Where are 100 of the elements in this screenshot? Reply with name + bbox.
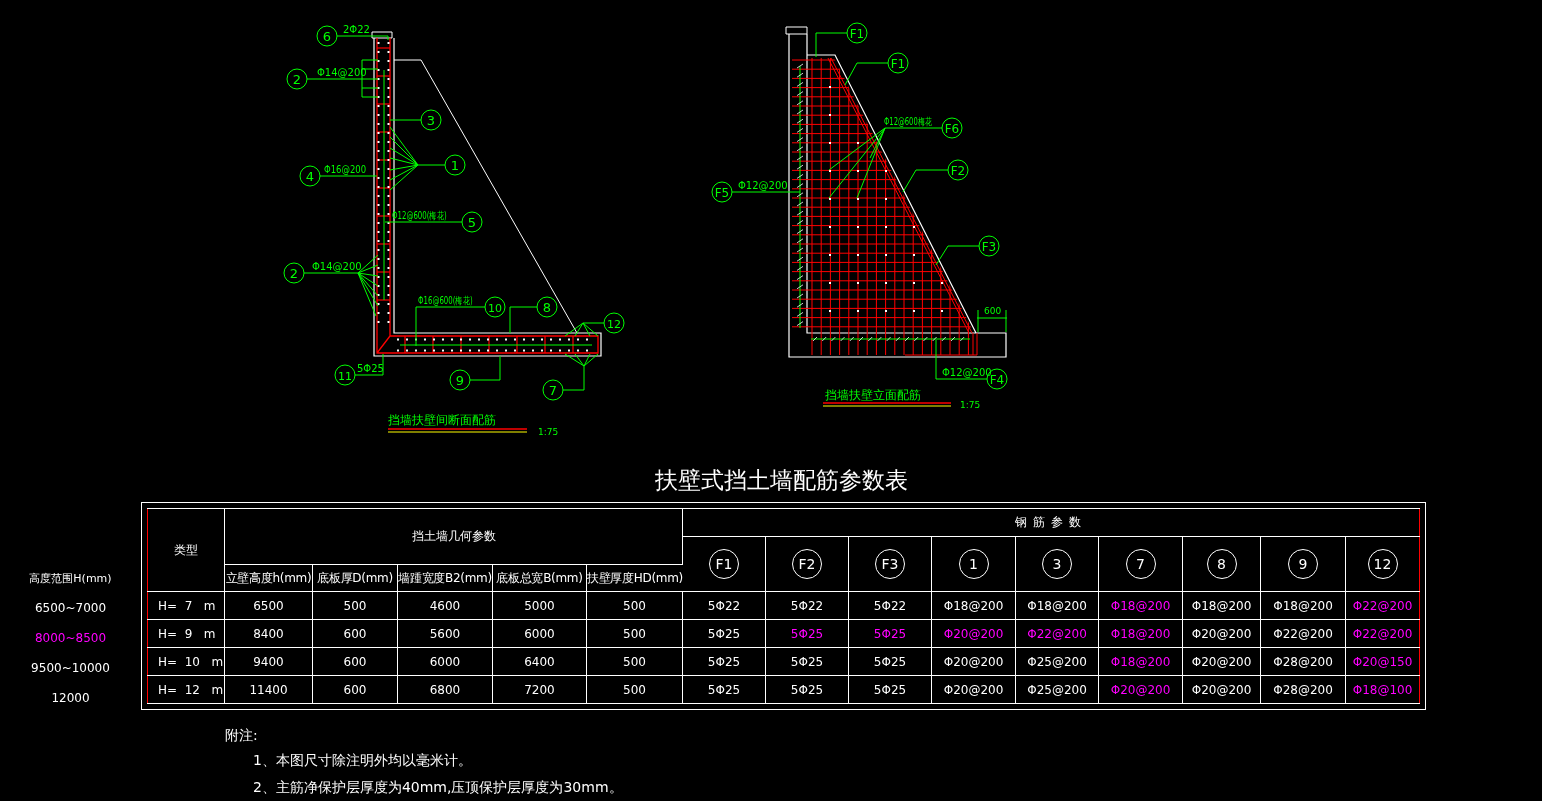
drawing-title: 挡墙扶壁立面配筋 [825,388,921,402]
table-cell: Φ25@200 [1015,647,1099,676]
callout-bubble: 2 [286,68,308,90]
column-heading: 立壁高度h(mm) [224,564,313,592]
column-heading: 墙踵宽度B2(mm) [397,564,493,592]
table-cell: H= 10 m [147,647,225,676]
table-cell: 5Φ22 [682,591,766,620]
notes-heading: 附注: [225,726,259,745]
dimension-label: 600 [984,306,1002,316]
rebar-note: Φ16@200 [324,163,367,176]
table-cell: Φ20@200 [1182,647,1261,676]
table-cell: 5Φ25 [765,647,849,676]
table-cell: 500 [586,675,683,704]
table-cell: Φ20@200 [1182,619,1261,648]
callout-bubble: 5 [461,211,483,233]
table-cell: 5000 [492,591,587,620]
table-cell: H= 12 m [147,675,225,704]
table-cell: 600 [312,675,398,704]
table-cell: Φ25@200 [1015,675,1099,704]
range-heading: 高度范围H(mm) [29,571,112,587]
table-cell: Φ18@200 [1260,591,1346,620]
scale-label: 1:75 [960,400,981,410]
table-cell: 5Φ25 [682,675,766,704]
table-cell: 5Φ25 [848,619,932,648]
column-heading: 类型 [147,508,225,592]
rebar-note: Φ12@200 [738,180,788,191]
scale-label: 1:75 [538,427,559,437]
table-cell: Φ18@200 [1098,619,1183,648]
rebar-note: Φ16@600(梅花) [418,294,473,307]
table-cell: 9400 [224,647,313,676]
callout-bubble: F2 [947,159,969,181]
table-cell: Φ20@200 [931,619,1016,648]
table-cell: 5Φ25 [682,647,766,676]
table-cell: Φ20@200 [1098,675,1183,704]
table-cell: 500 [586,591,683,620]
table-cell: 5Φ25 [765,675,849,704]
note-text: 1、本图尺寸除注明外均以毫米计。 [253,751,473,770]
table-cell: Φ18@200 [931,591,1016,620]
table-cell: 5Φ25 [765,619,849,648]
table-cell: H= 7 m [147,591,225,620]
callout-bubble: F5 [711,181,733,203]
table-cell: Φ20@200 [931,675,1016,704]
table-cell: Φ20@200 [1182,675,1261,704]
rebar-note: 5Φ25 [357,363,384,374]
table-cell: 7200 [492,675,587,704]
callout-bubble: 2 [283,262,305,284]
table-cell: Φ22@200 [1015,619,1099,648]
table-cell: 600 [312,647,398,676]
table-cell: 500 [586,619,683,648]
callout-bubble: 7 [542,379,564,401]
callout-bubble: F6 [941,117,963,139]
table-cell: Φ18@200 [1015,591,1099,620]
callout-bubble: 3 [420,109,442,131]
table-cell: 6500 [224,591,313,620]
drawing-title: 挡墙扶壁间断面配筋 [388,413,496,427]
callout-bubble: 10 [484,296,506,318]
table-cell: 11400 [224,675,313,704]
table-cell: Φ20@200 [931,647,1016,676]
table-cell: 5Φ22 [848,591,932,620]
rebar-note: Φ12@200 [942,367,992,378]
table-cell: 5Φ25 [848,675,932,704]
callout-bubble: 4 [299,165,321,187]
height-range: 12000 [51,690,90,707]
column-heading: 底板总宽B(mm) [492,564,587,592]
callout-bubble: 6 [316,25,338,47]
table-cell: 5Φ25 [682,619,766,648]
rebar-note: Φ14@200 [317,67,367,78]
height-range: 6500~7000 [34,600,107,617]
table-cell: 5Φ22 [765,591,849,620]
column-heading: 钢筋参数 [682,508,1420,537]
callout-bubble: 1 [444,154,466,176]
table-cell: 6000 [397,647,493,676]
callout-bubble: 12 [603,312,625,334]
rebar-note: Φ14@200 [312,261,362,272]
table-cell: 4600 [397,591,493,620]
table-cell: Φ28@200 [1260,647,1346,676]
callout-bubble: F1 [887,52,909,74]
table-cell: 5600 [397,619,493,648]
table-title: 扶壁式挡土墙配筋参数表 [654,465,908,495]
callout-bubble: 11 [334,364,356,386]
column-heading: 挡土墙几何参数 [224,508,683,565]
height-range: 9500~10000 [31,660,110,677]
table-cell: Φ18@200 [1098,591,1183,620]
table-cell: H= 9 m [147,619,225,648]
table-cell: 5Φ25 [848,647,932,676]
table-cell: 500 [312,591,398,620]
rebar-note: 2Φ22 [343,24,370,35]
table-cell: Φ28@200 [1260,675,1346,704]
callout-bubble: 8 [536,296,558,318]
column-heading: 底板厚D(mm) [312,564,398,592]
callout-bubble: 9 [449,369,471,391]
table-cell: 6000 [492,619,587,648]
table-cell: 8400 [224,619,313,648]
table-cell: 500 [586,647,683,676]
callout-bubble: F1 [846,22,868,44]
table-cell: 600 [312,619,398,648]
table-cell: Φ22@200 [1260,619,1346,648]
height-range: 8000~8500 [34,630,107,647]
note-text: 2、主筋净保护层厚度为40mm,压顶保护层厚度为30mm。 [253,778,624,797]
rebar-note: Φ12@600梅花 [884,115,933,128]
